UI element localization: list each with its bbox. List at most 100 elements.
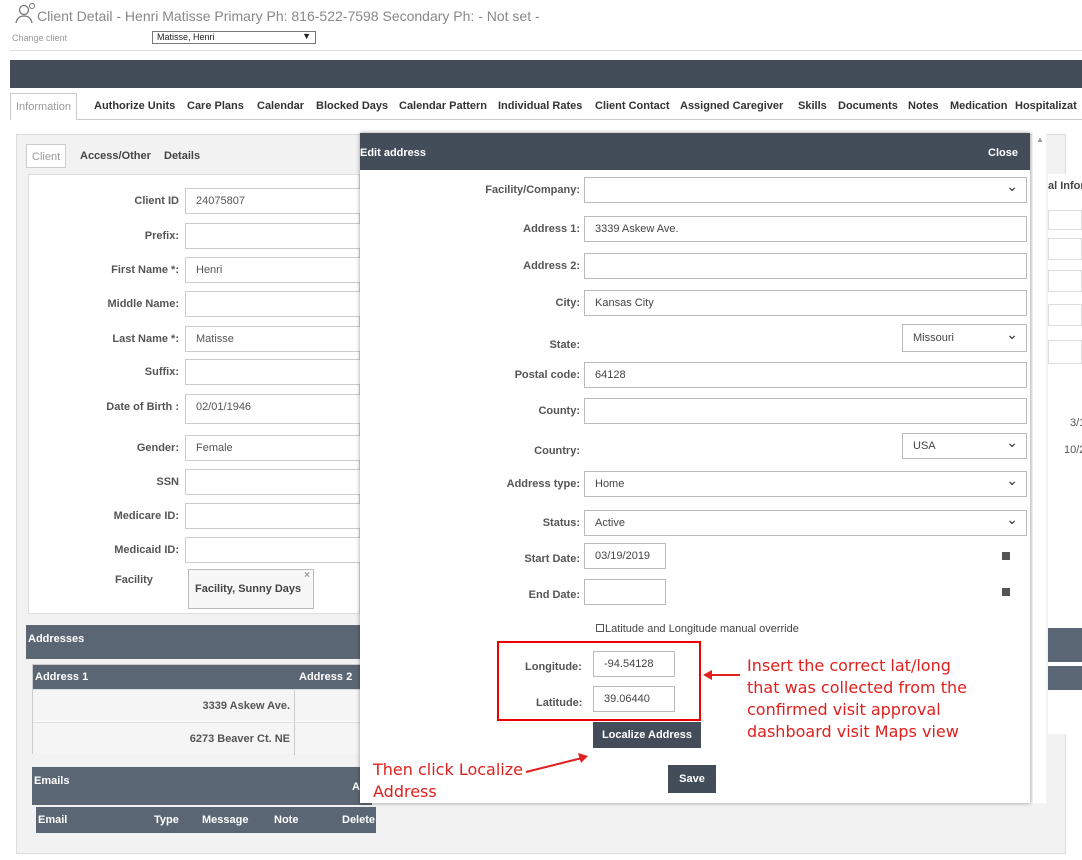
address-type-label: Address type: xyxy=(506,478,580,490)
last-name-field[interactable]: Matisse xyxy=(185,326,365,352)
client-id-field[interactable]: 24075807 xyxy=(185,188,365,214)
modal-header: Edit address Close xyxy=(360,133,1030,170)
facility-label: Facility xyxy=(115,574,153,586)
tab-medication[interactable]: Medication xyxy=(950,93,1007,120)
ssn-field[interactable] xyxy=(185,469,365,495)
status-label: Status: xyxy=(542,517,580,529)
tab-client-contact[interactable]: Client Contact xyxy=(595,93,670,120)
arrow-right-icon xyxy=(525,753,588,773)
postal-code-input[interactable]: 64128 xyxy=(584,362,1027,388)
emails-table-header: Email Type Message Note Delete xyxy=(36,807,376,833)
middle-name-field[interactable] xyxy=(185,291,365,317)
latlong-highlight-box xyxy=(497,641,701,721)
checkbox-icon[interactable] xyxy=(596,624,604,632)
emails-section-header: Emails A xyxy=(32,767,372,805)
addresses-table-header: Address 1 Address 2 xyxy=(33,665,363,689)
county-label: County: xyxy=(538,405,580,417)
modal-scrollbar[interactable]: ▲ xyxy=(1032,133,1046,803)
client-select[interactable]: Matisse, Henri ▼ xyxy=(152,31,316,44)
subtab-access-other[interactable]: Access/Other xyxy=(80,144,151,168)
address1-label: Address 1: xyxy=(523,223,580,235)
state-select[interactable]: Missouri xyxy=(902,321,1027,352)
calendar-icon[interactable] xyxy=(1002,552,1010,560)
state-label: State: xyxy=(549,339,580,351)
tab-calendar-pattern[interactable]: Calendar Pattern xyxy=(399,93,487,120)
first-name-field[interactable]: Henri xyxy=(185,257,365,283)
address2-label: Address 2: xyxy=(523,260,580,272)
facility-chip[interactable]: Facility, Sunny Days × xyxy=(188,569,314,609)
tab-skills[interactable]: Skills xyxy=(798,93,827,120)
chevron-down-icon: ▼ xyxy=(302,31,311,41)
divider xyxy=(10,50,1082,51)
col-note: Note xyxy=(274,814,299,826)
end-date-label: End Date: xyxy=(528,589,580,601)
right-panel: al Infor 3/1 10/2 xyxy=(1048,174,1082,734)
city-label: City: xyxy=(555,297,580,309)
table-row[interactable]: 3339 Askew Ave. xyxy=(33,689,363,722)
address2-input[interactable] xyxy=(584,253,1027,279)
arrow-left-icon xyxy=(703,670,740,680)
modal-title: Edit address xyxy=(360,147,427,159)
close-button[interactable]: Close xyxy=(988,147,1018,159)
client-person-icon xyxy=(15,3,35,24)
address1-input[interactable]: 3339 Askew Ave. xyxy=(584,216,1027,242)
tab-documents[interactable]: Documents xyxy=(838,93,898,120)
annotation-click-localize: Then click Localize Address xyxy=(373,760,523,801)
annotation-insert-latlong: Insert the correct lat/long that was col… xyxy=(747,656,967,741)
tab-authorize-units[interactable]: Authorize Units xyxy=(94,93,175,120)
col-email: Email xyxy=(38,814,68,826)
nav-band xyxy=(10,60,1082,88)
medicare-label: Medicare ID: xyxy=(113,510,179,522)
county-input[interactable] xyxy=(584,398,1027,424)
last-name-label: Last Name *: xyxy=(112,333,179,345)
subtab-client[interactable]: Client xyxy=(26,144,67,168)
medicare-field[interactable] xyxy=(185,503,365,529)
tab-notes[interactable]: Notes xyxy=(908,93,939,120)
dob-field[interactable]: 02/01/1946 xyxy=(185,394,365,424)
client-form: Client ID 24075807 Prefix: First Name *: H… xyxy=(28,174,365,614)
tab-care-plans[interactable]: Care Plans xyxy=(187,93,244,120)
middle-name-label: Middle Name: xyxy=(107,298,179,310)
table-row[interactable]: 6273 Beaver Ct. NE xyxy=(33,722,363,755)
dob-label: Date of Birth : xyxy=(106,401,179,413)
col-type: Type xyxy=(154,814,179,826)
client-id-label: Client ID xyxy=(134,195,179,207)
tab-individual-rates[interactable]: Individual Rates xyxy=(498,93,582,120)
calendar-icon[interactable] xyxy=(1002,588,1010,596)
medicaid-field[interactable] xyxy=(185,537,365,563)
country-label: Country: xyxy=(534,445,580,457)
postal-code-label: Postal code: xyxy=(514,369,580,381)
facility-company-select[interactable] xyxy=(584,174,1027,203)
localize-address-button[interactable]: Localize Address xyxy=(593,722,701,748)
end-date-input[interactable] xyxy=(584,579,666,605)
start-date-input[interactable]: 03/19/2019 xyxy=(584,543,666,569)
change-client-label: Change client xyxy=(12,33,68,43)
gender-field[interactable]: Female xyxy=(185,435,365,461)
prefix-field[interactable] xyxy=(185,223,365,249)
page-title: Client Detail - Henri Matisse Primary Ph… xyxy=(37,8,540,24)
start-date-label: Start Date: xyxy=(524,553,580,565)
tab-blocked-days[interactable]: Blocked Days xyxy=(316,93,388,120)
suffix-label: Suffix: xyxy=(144,366,179,378)
tab-hospitalization[interactable]: Hospitalizat xyxy=(1015,93,1077,120)
col-delete: Delete xyxy=(342,814,376,826)
facility-company-label: Facility/Company: xyxy=(485,184,580,196)
addresses-section-header: Addresses xyxy=(26,625,366,659)
col-message: Message xyxy=(202,814,249,826)
addresses-table: Address 1 Address 2 3339 Askew Ave. 6273… xyxy=(32,664,363,755)
tab-information[interactable]: Information xyxy=(10,93,78,120)
first-name-label: First Name *: xyxy=(111,264,179,276)
tab-assigned-caregiver[interactable]: Assigned Caregiver xyxy=(680,93,783,120)
country-select[interactable]: USA xyxy=(902,430,1027,459)
tab-calendar[interactable]: Calendar xyxy=(257,93,304,120)
remove-icon[interactable]: × xyxy=(304,557,310,595)
col-address1: Address 1 xyxy=(35,671,89,683)
subtab-details[interactable]: Details xyxy=(164,144,200,168)
gender-label: Gender: xyxy=(136,442,179,454)
save-button[interactable]: Save xyxy=(668,765,716,793)
suffix-field[interactable] xyxy=(185,359,365,385)
city-input[interactable]: Kansas City xyxy=(584,290,1027,316)
medicaid-label: Medicaid ID: xyxy=(114,544,179,556)
status-select[interactable]: Active xyxy=(584,507,1027,536)
address-type-select[interactable]: Home xyxy=(584,468,1027,497)
